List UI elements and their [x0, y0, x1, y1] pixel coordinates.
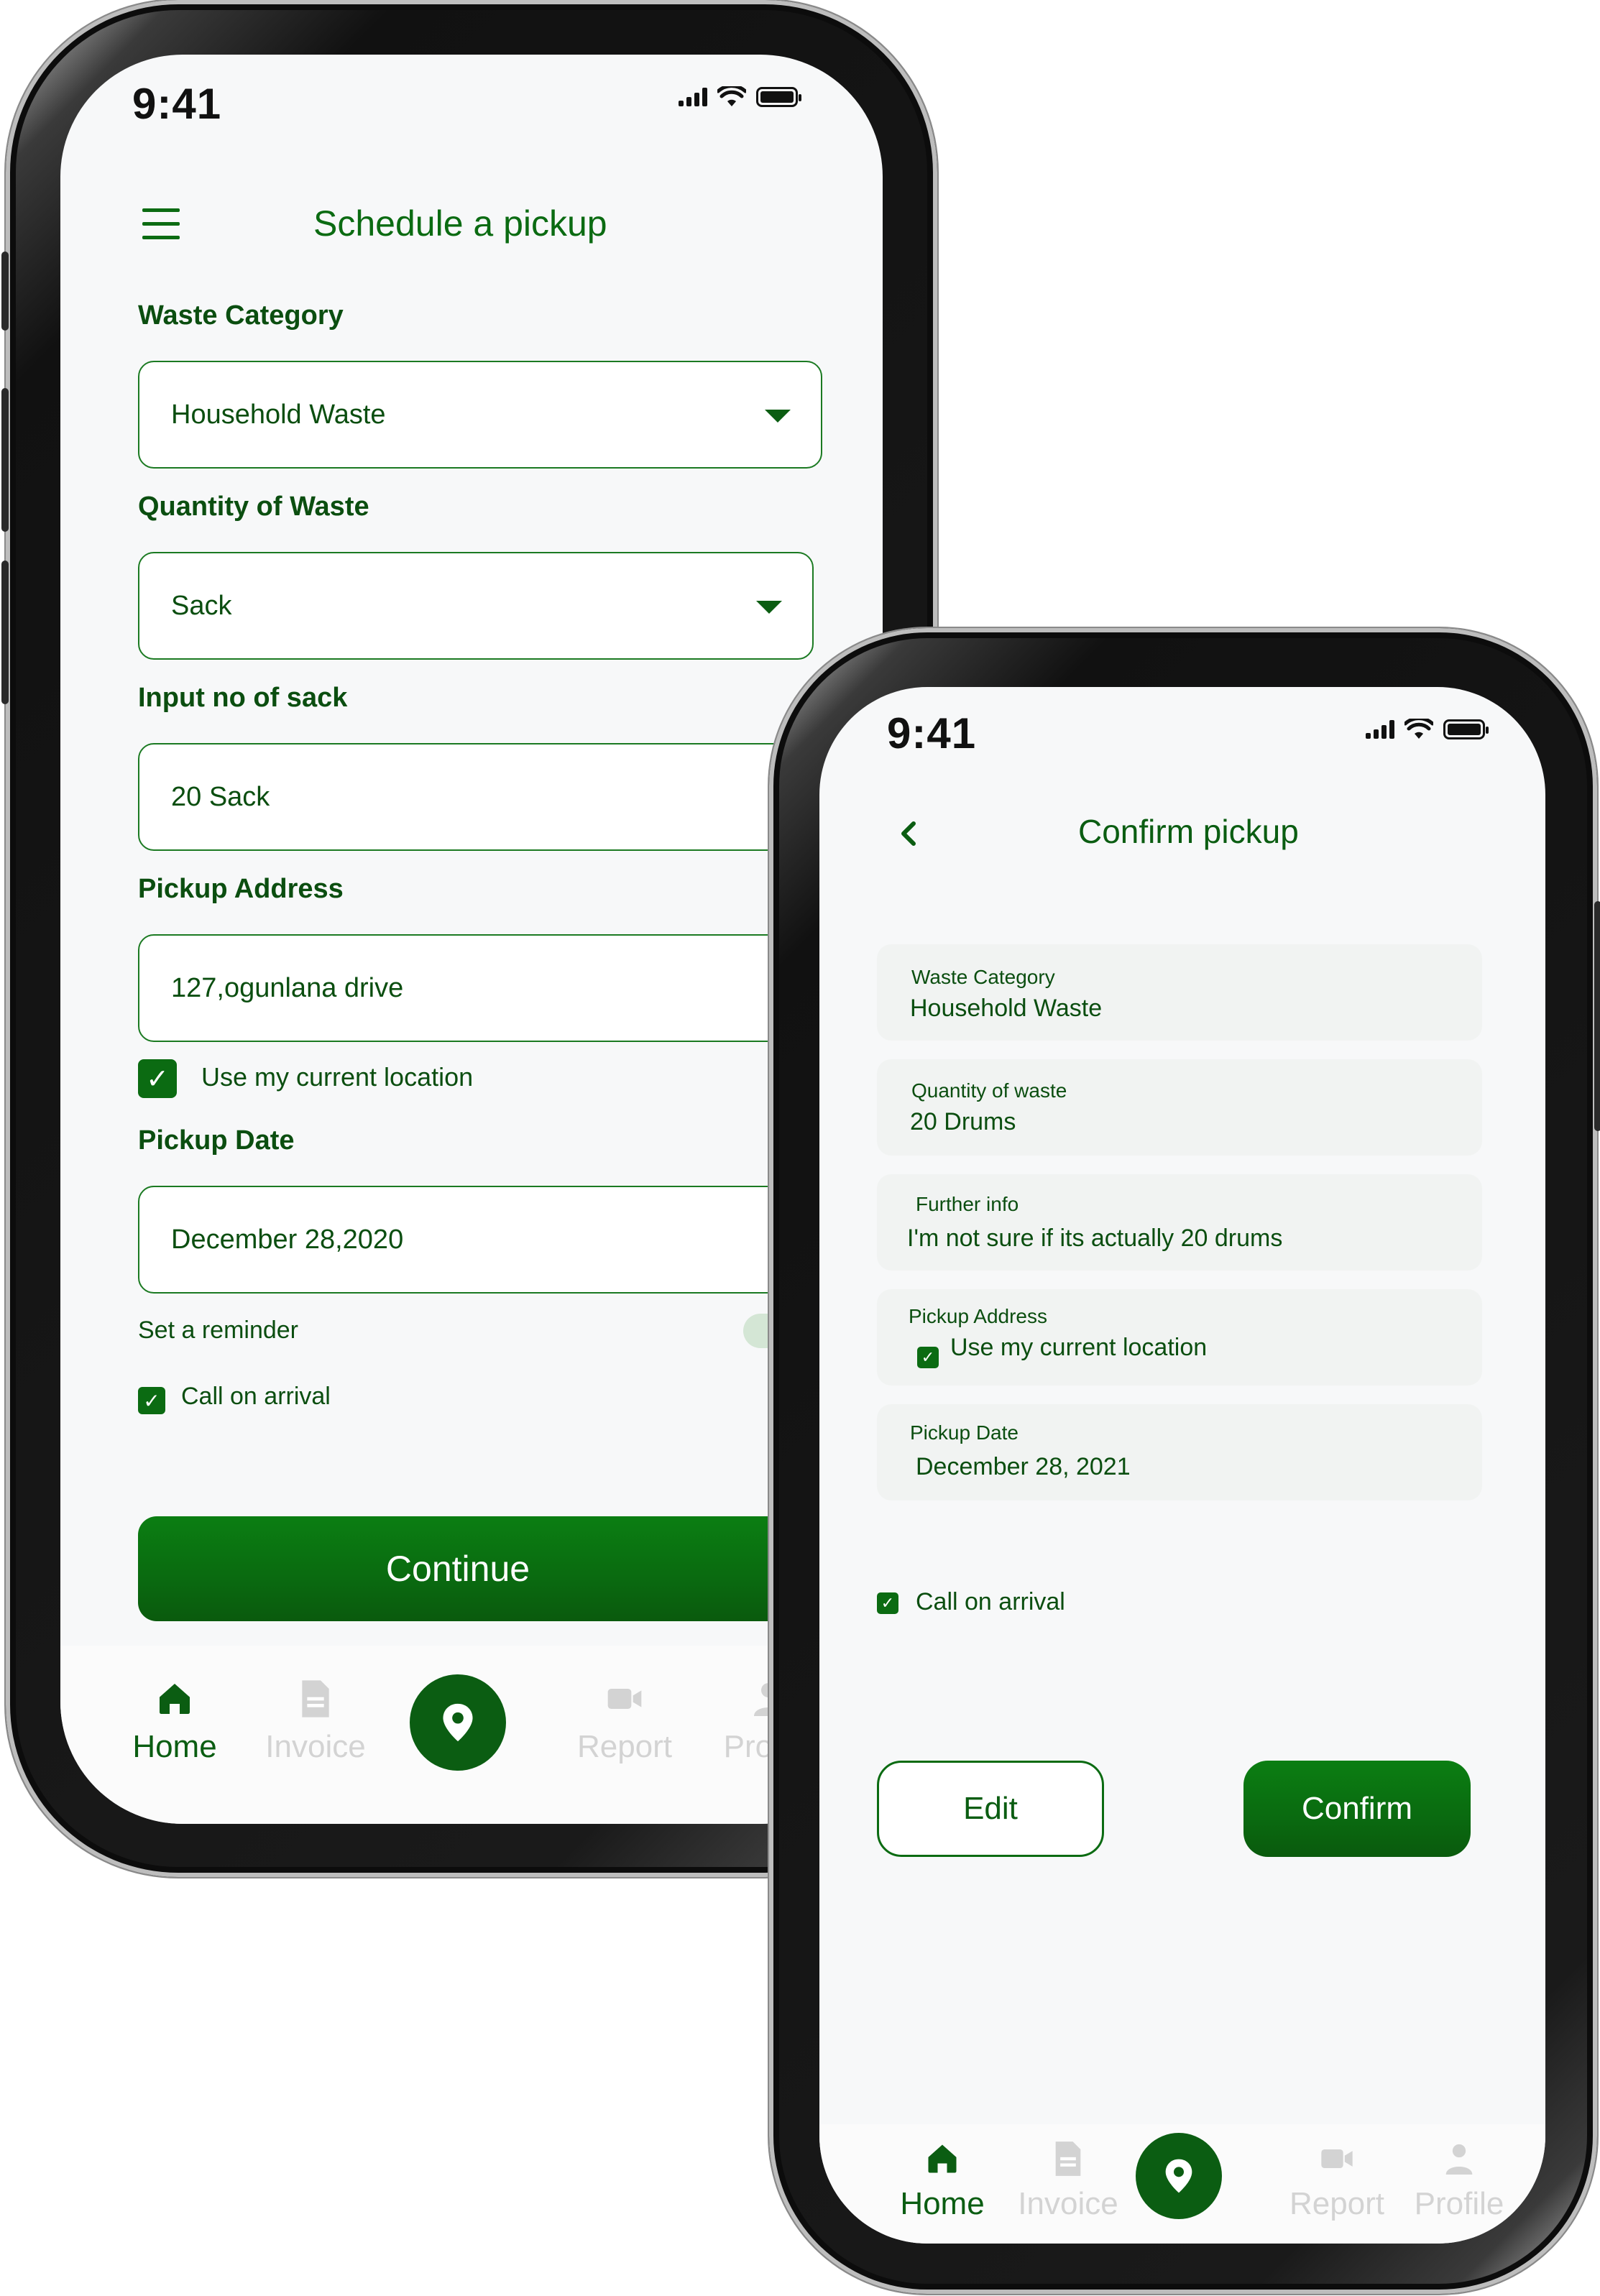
- side-button: [1, 561, 9, 704]
- address-input[interactable]: 127,ogunlana drive: [138, 934, 814, 1042]
- summary-card-quantity: Quantity of waste 20 Drums: [877, 1059, 1482, 1156]
- home-icon: [928, 2144, 957, 2173]
- home-icon: [160, 1684, 190, 1714]
- status-icons: [679, 86, 801, 108]
- card-value: 20 Drums: [910, 1108, 1016, 1135]
- phone-right: 9:41 Confirm pickup Waste Category House…: [769, 628, 1600, 2294]
- summary-card-further-info: Further info I'm not sure if its actuall…: [877, 1174, 1482, 1271]
- nav-home-label: Home: [132, 1729, 217, 1764]
- summary-card-pickup-date: Pickup Date December 28, 2021: [877, 1404, 1482, 1500]
- call-on-arrival-label: Call on arrival: [916, 1588, 1065, 1615]
- battery-icon: [756, 87, 801, 107]
- call-on-arrival-checkbox[interactable]: ✓: [138, 1387, 165, 1414]
- nav-report-label: Report: [576, 1729, 673, 1764]
- card-key: Further info: [916, 1193, 1019, 1215]
- address-label: Pickup Address: [138, 874, 344, 904]
- card-key: Pickup Date: [910, 1421, 1019, 1444]
- card-key: Quantity of waste: [911, 1079, 1067, 1102]
- card-value: I'm not sure if its actually 20 drums: [907, 1225, 1283, 1252]
- chevron-down-icon: [765, 410, 791, 423]
- battery-icon: [1443, 719, 1489, 739]
- waste-category-label: Waste Category: [138, 300, 344, 331]
- status-time: 9:41: [132, 80, 222, 128]
- continue-label: Continue: [385, 1549, 530, 1589]
- nav-profile-label: Profile: [1414, 2186, 1504, 2221]
- card-value: Use my current location: [950, 1334, 1208, 1361]
- sack-count-input[interactable]: 20 Sack: [138, 743, 814, 851]
- waste-category-value: Household Waste: [171, 399, 386, 430]
- wifi-icon: [1404, 719, 1433, 739]
- call-on-arrival-checkbox[interactable]: ✓: [877, 1592, 898, 1614]
- nav-invoice-label: Invoice: [265, 1729, 366, 1764]
- summary-card-waste-category: Waste Category Household Waste: [877, 944, 1482, 1041]
- location-pin-icon: [1165, 2159, 1192, 2193]
- back-chevron-icon[interactable]: [897, 819, 919, 848]
- quantity-select[interactable]: Sack: [138, 552, 814, 660]
- screen: 9:41 Confirm pickup Waste Category House…: [819, 687, 1545, 2244]
- bottom-nav: Home Invoice Report Profile: [819, 2124, 1545, 2244]
- reminder-label: Set a reminder: [138, 1317, 298, 1344]
- nav-home[interactable]: Home: [888, 2140, 996, 2222]
- side-button: [1594, 901, 1600, 1131]
- date-value: December 28,2020: [171, 1224, 404, 1255]
- menu-icon[interactable]: [142, 208, 180, 249]
- nav-profile[interactable]: Profile: [1402, 2140, 1517, 2222]
- side-button: [1, 252, 9, 331]
- document-icon: [302, 1680, 329, 1718]
- nav-report-label: Report: [1289, 2186, 1385, 2221]
- summary-card-pickup-address: Pickup Address ✓ Use my current location: [877, 1289, 1482, 1386]
- call-on-arrival-label: Call on arrival: [181, 1383, 331, 1410]
- nav-invoice[interactable]: Invoice: [247, 1679, 384, 1765]
- quantity-label: Quantity of Waste: [138, 492, 369, 522]
- video-icon: [1321, 2149, 1353, 2168]
- side-button: [1, 388, 9, 532]
- video-icon: [607, 1689, 642, 1709]
- person-icon: [1445, 2144, 1473, 2175]
- card-value: December 28, 2021: [916, 1453, 1131, 1480]
- nav-report[interactable]: Report: [1279, 2140, 1394, 2222]
- nav-invoice[interactable]: Invoice: [1003, 2140, 1133, 2222]
- edit-label: Edit: [963, 1791, 1018, 1826]
- screen: 9:41 Schedule a pickup Waste Category Ho…: [60, 55, 883, 1824]
- signal-icon: [1366, 720, 1394, 739]
- schedule-pickup-fab[interactable]: [410, 1674, 506, 1771]
- continue-button[interactable]: Continue: [138, 1516, 857, 1621]
- quantity-value: Sack: [171, 590, 232, 621]
- page-title: Schedule a pickup: [313, 203, 607, 244]
- bottom-nav: Home Invoice Report Profile: [60, 1646, 883, 1824]
- nav-invoice-label: Invoice: [1018, 2186, 1118, 2221]
- use-location-checkbox[interactable]: ✓: [917, 1347, 939, 1368]
- date-label: Pickup Date: [138, 1125, 295, 1156]
- status-icons: [1366, 719, 1489, 740]
- signal-icon: [679, 88, 707, 106]
- use-location-checkbox[interactable]: ✓: [138, 1059, 177, 1098]
- nav-home-label: Home: [900, 2186, 985, 2221]
- confirm-button[interactable]: Confirm: [1243, 1761, 1471, 1857]
- date-input[interactable]: December 28,2020: [138, 1186, 814, 1294]
- page-title: Confirm pickup: [1078, 813, 1299, 850]
- sack-count-label: Input no of sack: [138, 683, 348, 713]
- nav-home[interactable]: Home: [121, 1679, 229, 1765]
- edit-button[interactable]: Edit: [877, 1761, 1104, 1857]
- nav-report[interactable]: Report: [564, 1679, 686, 1765]
- schedule-pickup-fab[interactable]: [1136, 2133, 1222, 2219]
- location-pin-icon: [443, 1703, 473, 1742]
- card-key: Waste Category: [911, 966, 1055, 988]
- use-location-label: Use my current location: [201, 1062, 474, 1092]
- card-key: Pickup Address: [909, 1305, 1047, 1327]
- sack-count-value: 20 Sack: [171, 781, 270, 812]
- card-value: Household Waste: [910, 995, 1103, 1022]
- wifi-icon: [717, 86, 746, 106]
- chevron-down-icon: [756, 601, 782, 614]
- address-value: 127,ogunlana drive: [171, 972, 404, 1003]
- confirm-label: Confirm: [1301, 1791, 1413, 1826]
- status-time: 9:41: [887, 709, 977, 757]
- waste-category-select[interactable]: Household Waste: [138, 361, 822, 469]
- document-icon: [1055, 2141, 1081, 2176]
